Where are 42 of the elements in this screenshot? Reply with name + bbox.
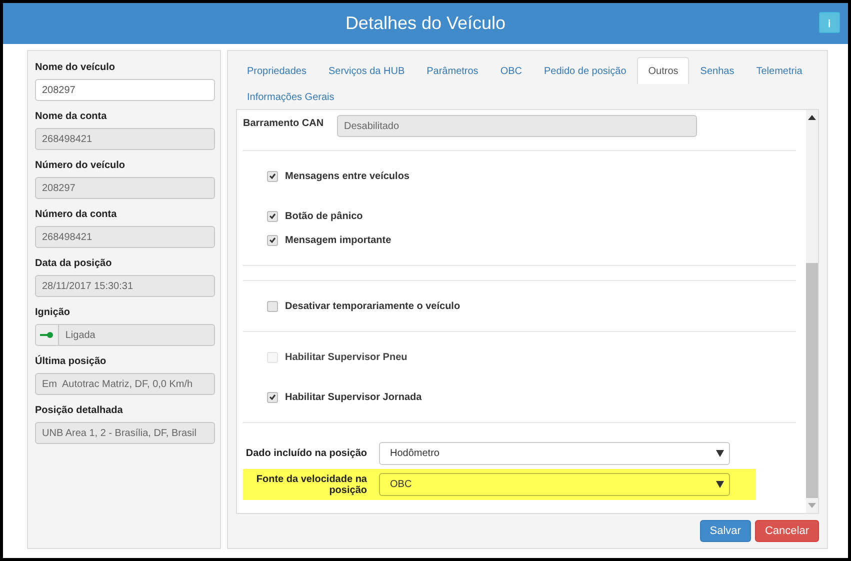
checkbox-label: Botão de pânico — [285, 210, 363, 222]
dropdown-icon — [716, 450, 724, 457]
checkbox-label: Mensagem importante — [285, 234, 392, 246]
tab[interactable]: Pedido de posição — [532, 57, 638, 84]
dropdown-icon — [716, 481, 724, 488]
tab[interactable]: Parâmetros — [416, 57, 490, 84]
field-label: Barramento CAN — [243, 117, 325, 129]
checkbox[interactable] — [267, 210, 278, 222]
checkbox[interactable] — [267, 170, 278, 182]
checkbox[interactable] — [267, 234, 278, 246]
field-label: Nome da conta — [35, 111, 108, 122]
field-label: Fonte da velocidade na posição — [255, 474, 367, 496]
field-label: Dado incluído na posição — [244, 448, 367, 459]
checkbox[interactable] — [267, 300, 278, 312]
checkbox-label: Habilitar Supervisor Jornada — [285, 392, 422, 402]
tab[interactable]: Telemetria — [745, 57, 814, 84]
field-label: Nome do veículo — [35, 62, 116, 73]
field-label: Última posição — [35, 356, 108, 367]
tab[interactable]: Informações Gerais — [236, 83, 346, 110]
checkbox-label: Desativar temporariamente o veículo — [285, 300, 460, 312]
input-field[interactable]: 208297 — [35, 79, 215, 101]
select-field[interactable]: OBC — [379, 473, 730, 496]
tab[interactable]: Senhas — [689, 57, 746, 84]
checkbox[interactable] — [267, 392, 278, 402]
tab[interactable]: Outros — [637, 57, 690, 84]
tab[interactable]: Propriedades — [236, 57, 318, 84]
field-label: Número da conta — [35, 209, 118, 220]
tab[interactable]: Serviços da HUB — [317, 57, 416, 84]
checkbox-label: Habilitar Supervisor Pneu — [285, 352, 408, 362]
save-button[interactable]: Salvar — [700, 520, 751, 542]
scrollbar[interactable] — [806, 110, 818, 513]
field-label: Número do veículo — [35, 160, 126, 171]
field-label: Data da posição — [35, 258, 113, 269]
select-field[interactable]: Hodômetro — [379, 442, 730, 465]
scroll-up-icon[interactable] — [808, 115, 816, 120]
field-label: Ignição — [35, 307, 72, 318]
field-label: Posição detalhada — [35, 405, 124, 416]
key-icon — [35, 324, 58, 346]
window-title: Detalhes do Veículo — [345, 13, 506, 34]
cancel-button[interactable]: Cancelar — [754, 520, 819, 542]
checkbox-label: Mensagens entre veículos — [285, 170, 410, 182]
tab[interactable]: OBC — [489, 57, 533, 84]
